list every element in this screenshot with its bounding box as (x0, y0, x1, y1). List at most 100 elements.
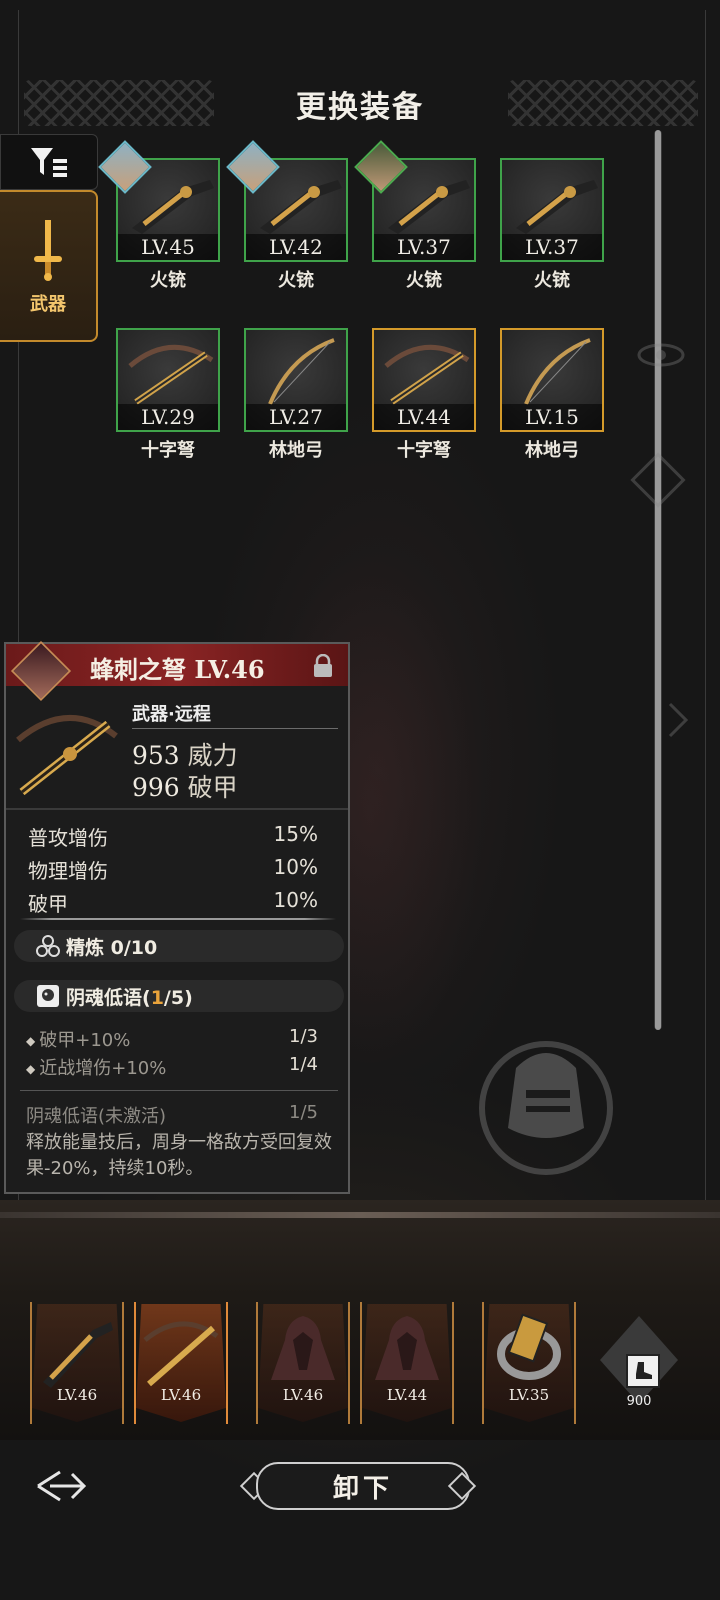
scrollbar-thumb[interactable] (655, 130, 661, 1030)
item-detail-card: 蜂刺之弩 LV.46 武器·远程 953 威力 996 破甲 普攻增伤 15% 物… (4, 640, 350, 1194)
slot-level: LV.44 (386, 1386, 428, 1404)
cloak-icon (271, 1316, 335, 1380)
attr-label: 物理增伤 (28, 859, 108, 883)
tab-weapon[interactable]: 武器 (0, 190, 98, 342)
arrow-icon (668, 702, 689, 738)
attr-label: 破甲 (28, 892, 68, 916)
bow-icon (268, 338, 335, 405)
set-name: 阴魂低语(1/5) (66, 983, 193, 1010)
set-name-label: 阴魂低语( (66, 986, 151, 1009)
item-name: 火铳 (278, 270, 314, 291)
item-card[interactable]: LV.44 十字弩 (372, 328, 476, 461)
set-bonus-label: 破甲+10% (39, 1030, 131, 1051)
eye-icon (637, 343, 685, 367)
item-level: LV.45 (118, 234, 218, 260)
musket-icon (43, 1322, 113, 1388)
power-label: 威力 (187, 741, 238, 770)
attr-row: 普攻增伤 15% (28, 822, 318, 851)
equipped-slot-selected[interactable]: LV.46 (136, 1304, 226, 1422)
bullet-icon: ◆ (26, 1062, 36, 1076)
crossbow-icon (384, 345, 470, 405)
item-name: 火铳 (150, 270, 186, 291)
lock-icon[interactable] (312, 654, 334, 678)
boot-icon (626, 1354, 660, 1388)
ring-icon (497, 1313, 561, 1380)
musket-icon (388, 180, 470, 234)
slot-level: LV.35 (508, 1386, 550, 1404)
detail-title: 蜂刺之弩 LV.46 (90, 655, 265, 684)
armor-label: 破甲 (187, 773, 238, 802)
equipped-slot[interactable]: LV.35 (484, 1304, 574, 1422)
set-bonus-label: 近战增伤+10% (39, 1058, 167, 1079)
item-level: LV.37 (502, 234, 602, 260)
crossbow-icon (143, 1321, 219, 1387)
ghost-mask-icon (37, 985, 59, 1007)
item-card[interactable]: LV.45 火铳 (98, 140, 220, 291)
refine-icon (36, 935, 60, 957)
filter-icon (31, 148, 67, 177)
item-card[interactable]: LV.27 林地弓 (244, 328, 348, 461)
attr-value: 10% (273, 888, 318, 912)
set-total: /5) (163, 986, 193, 1009)
set-progress: 1 (150, 986, 164, 1009)
item-name: 火铳 (406, 270, 442, 291)
divider (132, 728, 338, 729)
musket-icon (516, 180, 598, 234)
bow-icon (524, 338, 591, 405)
back-button[interactable] (34, 1466, 90, 1506)
set-row[interactable]: 阴魂低语(1/5) (14, 980, 344, 1012)
equipped-slot[interactable]: LV.46 (258, 1304, 348, 1422)
filter-button[interactable] (0, 134, 98, 190)
page-title: 更换装备 (296, 90, 424, 125)
attr-row: 物理增伤 10% (28, 855, 318, 884)
set-bonus-row: ◆ 近战增伤+10% 1/4 (26, 1054, 318, 1080)
slot-level: LV.46 (282, 1386, 324, 1404)
bullet-icon: ◆ (26, 1034, 36, 1048)
beast-emblem-icon (630, 452, 686, 508)
cloak-icon (375, 1316, 439, 1380)
item-card[interactable]: LV.42 火铳 (226, 140, 348, 291)
item-type: 武器·远程 (132, 704, 211, 725)
item-card[interactable]: LV.15 林地弓 (500, 328, 604, 461)
knight-helmet-icon (479, 1041, 613, 1175)
equipped-slot[interactable]: LV.46 (32, 1304, 122, 1422)
ornament-divider (20, 918, 336, 920)
set-effect-label: 阴魂低语(未激活) (26, 1106, 167, 1127)
attr-value: 15% (273, 822, 318, 846)
unequip-button[interactable]: 卸下 (256, 1462, 470, 1510)
set-effect-title: 阴魂低语(未激活) 1/5 (26, 1102, 318, 1128)
set-bonus-value: 1/4 (289, 1054, 318, 1075)
set-effect-description: 释放能量技后，周身一格敌方受回复效果-20%，持续10秒。 (26, 1132, 332, 1179)
boot-value: 900 (626, 1394, 652, 1409)
slot-level: LV.46 (160, 1386, 202, 1404)
set-effect-progress: 1/5 (289, 1102, 318, 1123)
item-name: 十字弩 (397, 440, 451, 461)
sword-icon (34, 220, 62, 281)
item-level: LV.15 (502, 404, 602, 430)
item-name: 十字弩 (141, 440, 195, 461)
armor-value: 996 (132, 773, 180, 802)
attr-label: 普攻增伤 (28, 826, 108, 850)
attr-row: 破甲 10% (28, 888, 318, 917)
bar-edge (0, 1212, 720, 1218)
item-card[interactable]: LV.37 火铳 (354, 140, 476, 291)
musket-icon (132, 180, 214, 234)
item-name: 林地弓 (269, 440, 323, 461)
refine-row[interactable]: 精炼 0/10 (14, 930, 344, 962)
attr-value: 10% (273, 855, 318, 879)
crossbow-icon (128, 345, 214, 405)
musket-icon (260, 180, 342, 234)
item-card[interactable]: LV.29 十字弩 (116, 328, 220, 461)
item-name: 林地弓 (525, 440, 579, 461)
set-bonus-row: ◆ 破甲+10% 1/3 (26, 1026, 318, 1052)
scrollbar[interactable] (654, 130, 662, 1030)
equipped-slot[interactable]: LV.44 (362, 1304, 452, 1422)
item-card[interactable]: LV.37 火铳 (500, 158, 604, 291)
item-level: LV.29 (118, 404, 218, 430)
power-value: 953 (132, 741, 180, 770)
divider (6, 808, 348, 810)
item-level: LV.27 (246, 404, 346, 430)
slot-level: LV.46 (56, 1386, 98, 1404)
divider (20, 1090, 338, 1091)
set-bonus-value: 1/3 (289, 1026, 318, 1047)
